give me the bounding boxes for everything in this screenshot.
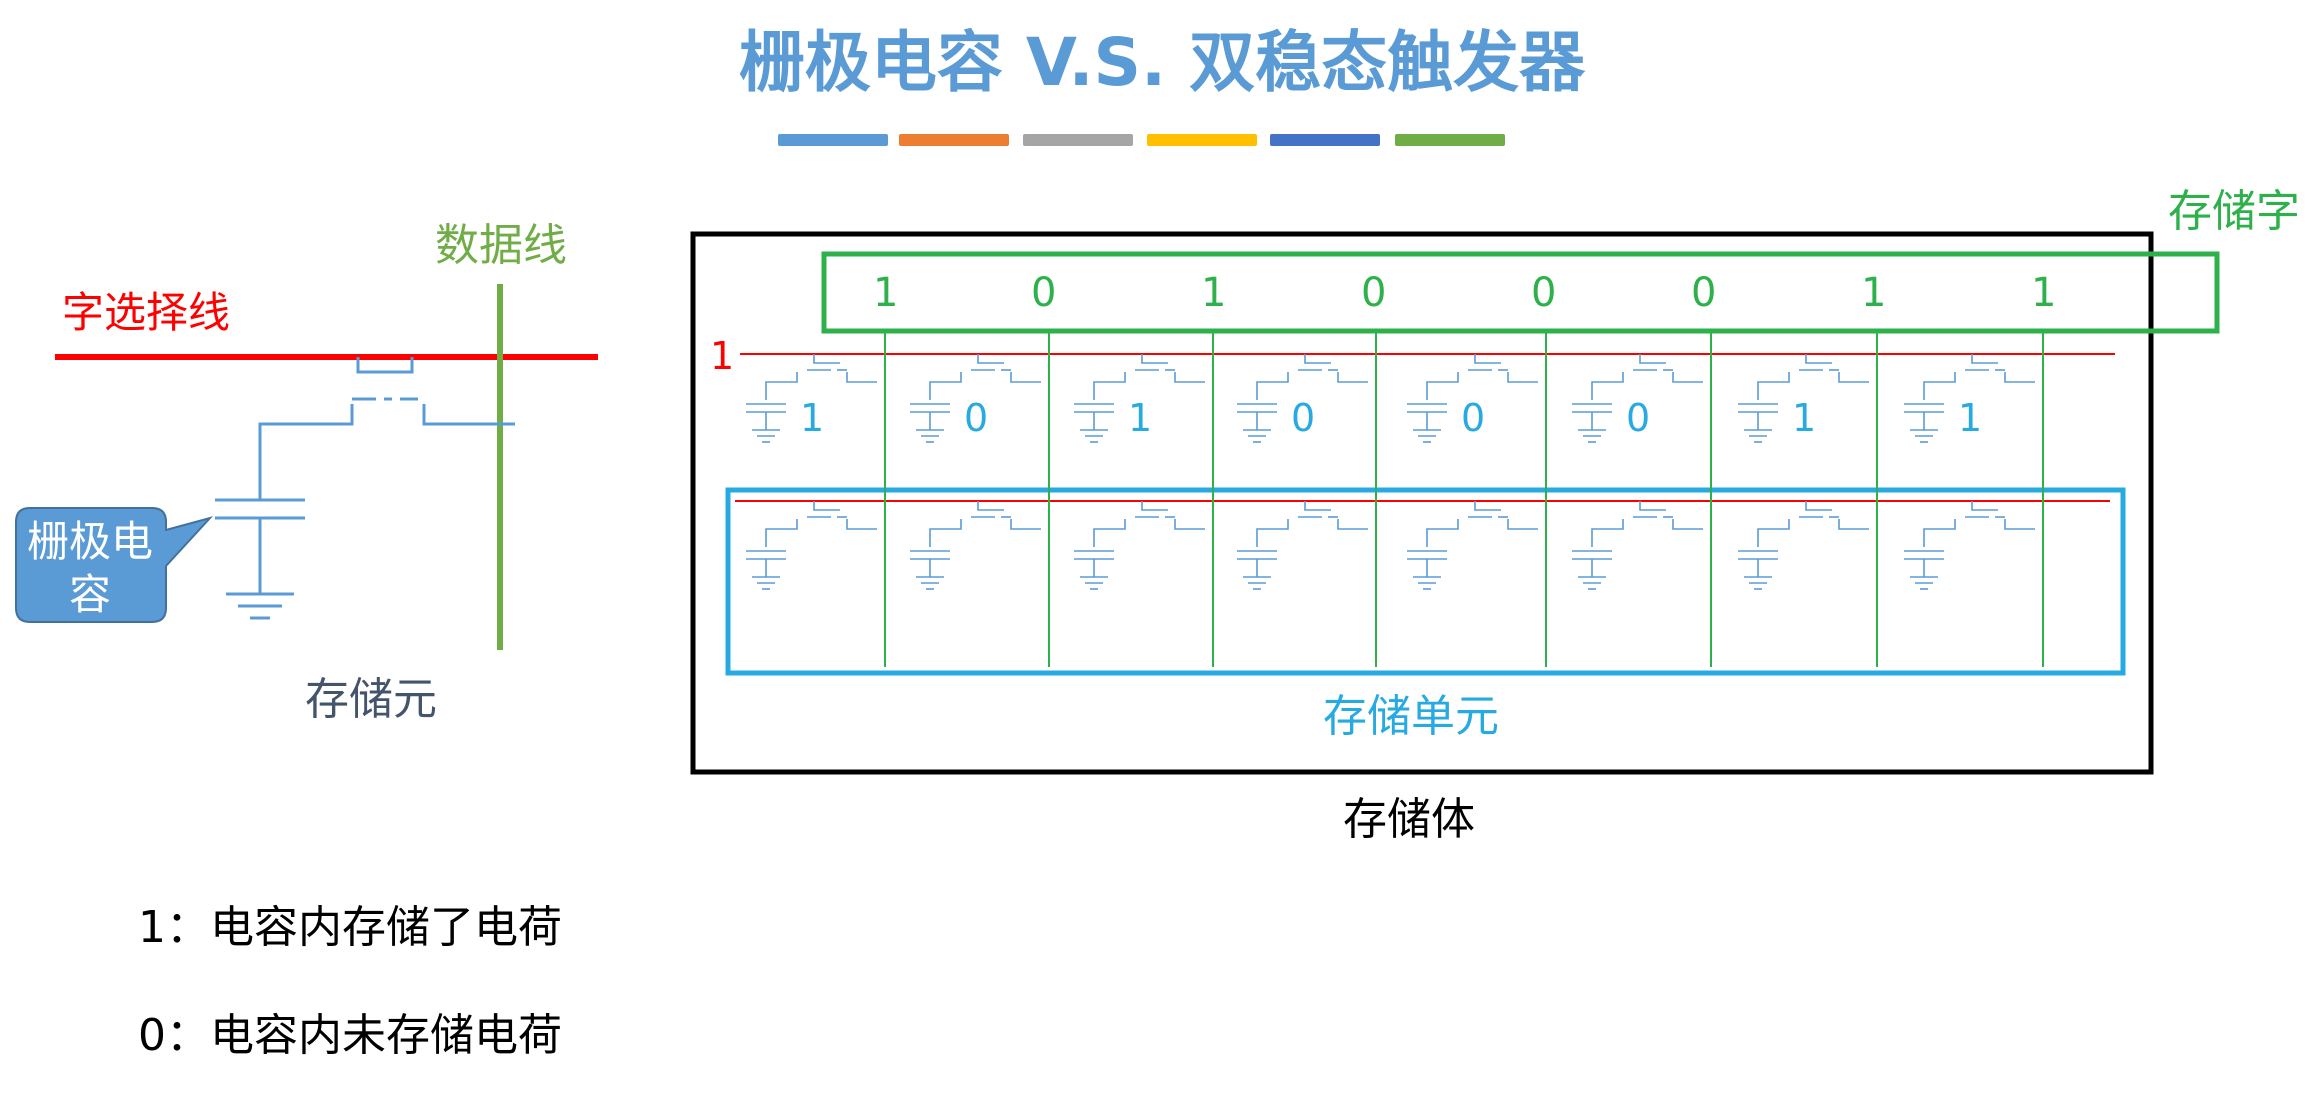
title-color-bar	[1147, 134, 1257, 146]
mini-source-wire	[1426, 519, 1459, 547]
storage-cell-label: 存储元	[305, 674, 437, 725]
mini-drain-wire	[1337, 372, 1368, 383]
word-bit: 1	[873, 270, 899, 316]
cell-bit: 0	[964, 396, 989, 440]
storage-cell-row2	[910, 501, 1041, 590]
cell-bit: 0	[1461, 396, 1486, 440]
mini-gate	[1141, 354, 1168, 364]
mini-gate	[1141, 501, 1168, 511]
cell-bit: 0	[1291, 396, 1316, 440]
selected-row-value: 1	[710, 334, 735, 378]
storage-cell-row2	[1738, 501, 1869, 590]
storage-cell-row2	[1237, 501, 1368, 590]
storage-unit-label: 存储单元	[1323, 691, 1499, 742]
mini-gate	[1805, 501, 1832, 511]
legend-one: 1：电容内存储了电荷	[138, 902, 562, 953]
mini-gate	[977, 354, 1004, 364]
storage-cell-row2	[1572, 501, 1703, 590]
word-bit: 0	[1361, 270, 1387, 316]
mini-drain-wire	[846, 519, 877, 530]
mini-drain-wire	[1838, 519, 1869, 530]
cell-bit: 0	[1626, 396, 1651, 440]
mini-source-wire	[929, 519, 962, 547]
mini-source-wire	[1923, 372, 1956, 400]
data-line-label: 数据线	[435, 220, 567, 271]
mini-gate	[1639, 354, 1666, 364]
title-color-bar	[899, 134, 1009, 146]
mini-gate	[1971, 354, 1998, 364]
mini-source-wire	[1757, 519, 1790, 547]
storage-cell-row2	[1904, 501, 2035, 590]
mini-gate	[1971, 501, 1998, 511]
word-bit: 1	[1861, 270, 1887, 316]
cell-bit: 1	[1958, 396, 1983, 440]
mini-source-wire	[1591, 372, 1624, 400]
mini-drain-wire	[846, 372, 877, 383]
mini-gate	[1639, 501, 1666, 511]
word-select-line-label: 字选择线	[62, 288, 231, 337]
mini-gate	[1474, 501, 1501, 511]
cell-bit: 1	[800, 396, 825, 440]
title-color-bar	[1395, 134, 1505, 146]
gate-capacitor-callout-text: 栅极电容	[26, 517, 153, 619]
mini-drain-wire	[1507, 519, 1538, 530]
cell-bit: 1	[1128, 396, 1153, 440]
mini-source-wire	[1426, 372, 1459, 400]
mini-source-wire	[1256, 372, 1289, 400]
mini-source-wire	[1256, 519, 1289, 547]
transistor-source-wire	[258, 404, 354, 500]
mini-drain-wire	[2004, 519, 2035, 530]
cell-bit: 1	[1792, 396, 1817, 440]
mini-drain-wire	[1010, 519, 1041, 530]
mini-gate	[1304, 501, 1331, 511]
mini-drain-wire	[1672, 372, 1703, 383]
storage-unit-box	[725, 487, 2126, 676]
word-bit: 1	[1201, 270, 1227, 316]
storage-body-label: 存储体	[1343, 794, 1475, 845]
mini-drain-wire	[2004, 372, 2035, 383]
word-bit: 0	[1531, 270, 1557, 316]
mini-gate	[1474, 354, 1501, 364]
mini-source-wire	[929, 372, 962, 400]
mini-source-wire	[1093, 519, 1126, 547]
mini-gate	[1805, 354, 1832, 364]
storage-cell-row2	[746, 501, 877, 590]
mini-drain-wire	[1010, 372, 1041, 383]
mini-source-wire	[1093, 372, 1126, 400]
mini-drain-wire	[1337, 519, 1368, 530]
title-color-bar	[778, 134, 888, 146]
storage-cell-row2	[1407, 501, 1538, 590]
slide: 栅极电容 V.S. 双稳态触发器 字选择线 数据线 栅极电容 存储元 存储字 存…	[0, 0, 2324, 1098]
mini-drain-wire	[1507, 372, 1538, 383]
storage-word-label: 存储字	[2168, 186, 2300, 237]
legend-zero: 0：电容内未存储电荷	[138, 1010, 562, 1061]
mini-gate	[1304, 354, 1331, 364]
mini-drain-wire	[1838, 372, 1869, 383]
mini-gate	[977, 501, 1004, 511]
word-bit: 0	[1031, 270, 1057, 316]
word-bit: 1	[2031, 270, 2057, 316]
title-color-bar	[1023, 134, 1133, 146]
mini-gate	[813, 501, 840, 511]
mini-drain-wire	[1174, 519, 1205, 530]
word-bit: 0	[1691, 270, 1717, 316]
mini-source-wire	[765, 372, 798, 400]
mini-drain-wire	[1672, 519, 1703, 530]
mini-source-wire	[1757, 372, 1790, 400]
storage-cell-row2	[1074, 501, 1205, 590]
mini-source-wire	[1591, 519, 1624, 547]
mini-gate	[813, 354, 840, 364]
mini-source-wire	[765, 519, 798, 547]
mini-source-wire	[1923, 519, 1956, 547]
mini-drain-wire	[1174, 372, 1205, 383]
title-color-bar	[1270, 134, 1380, 146]
